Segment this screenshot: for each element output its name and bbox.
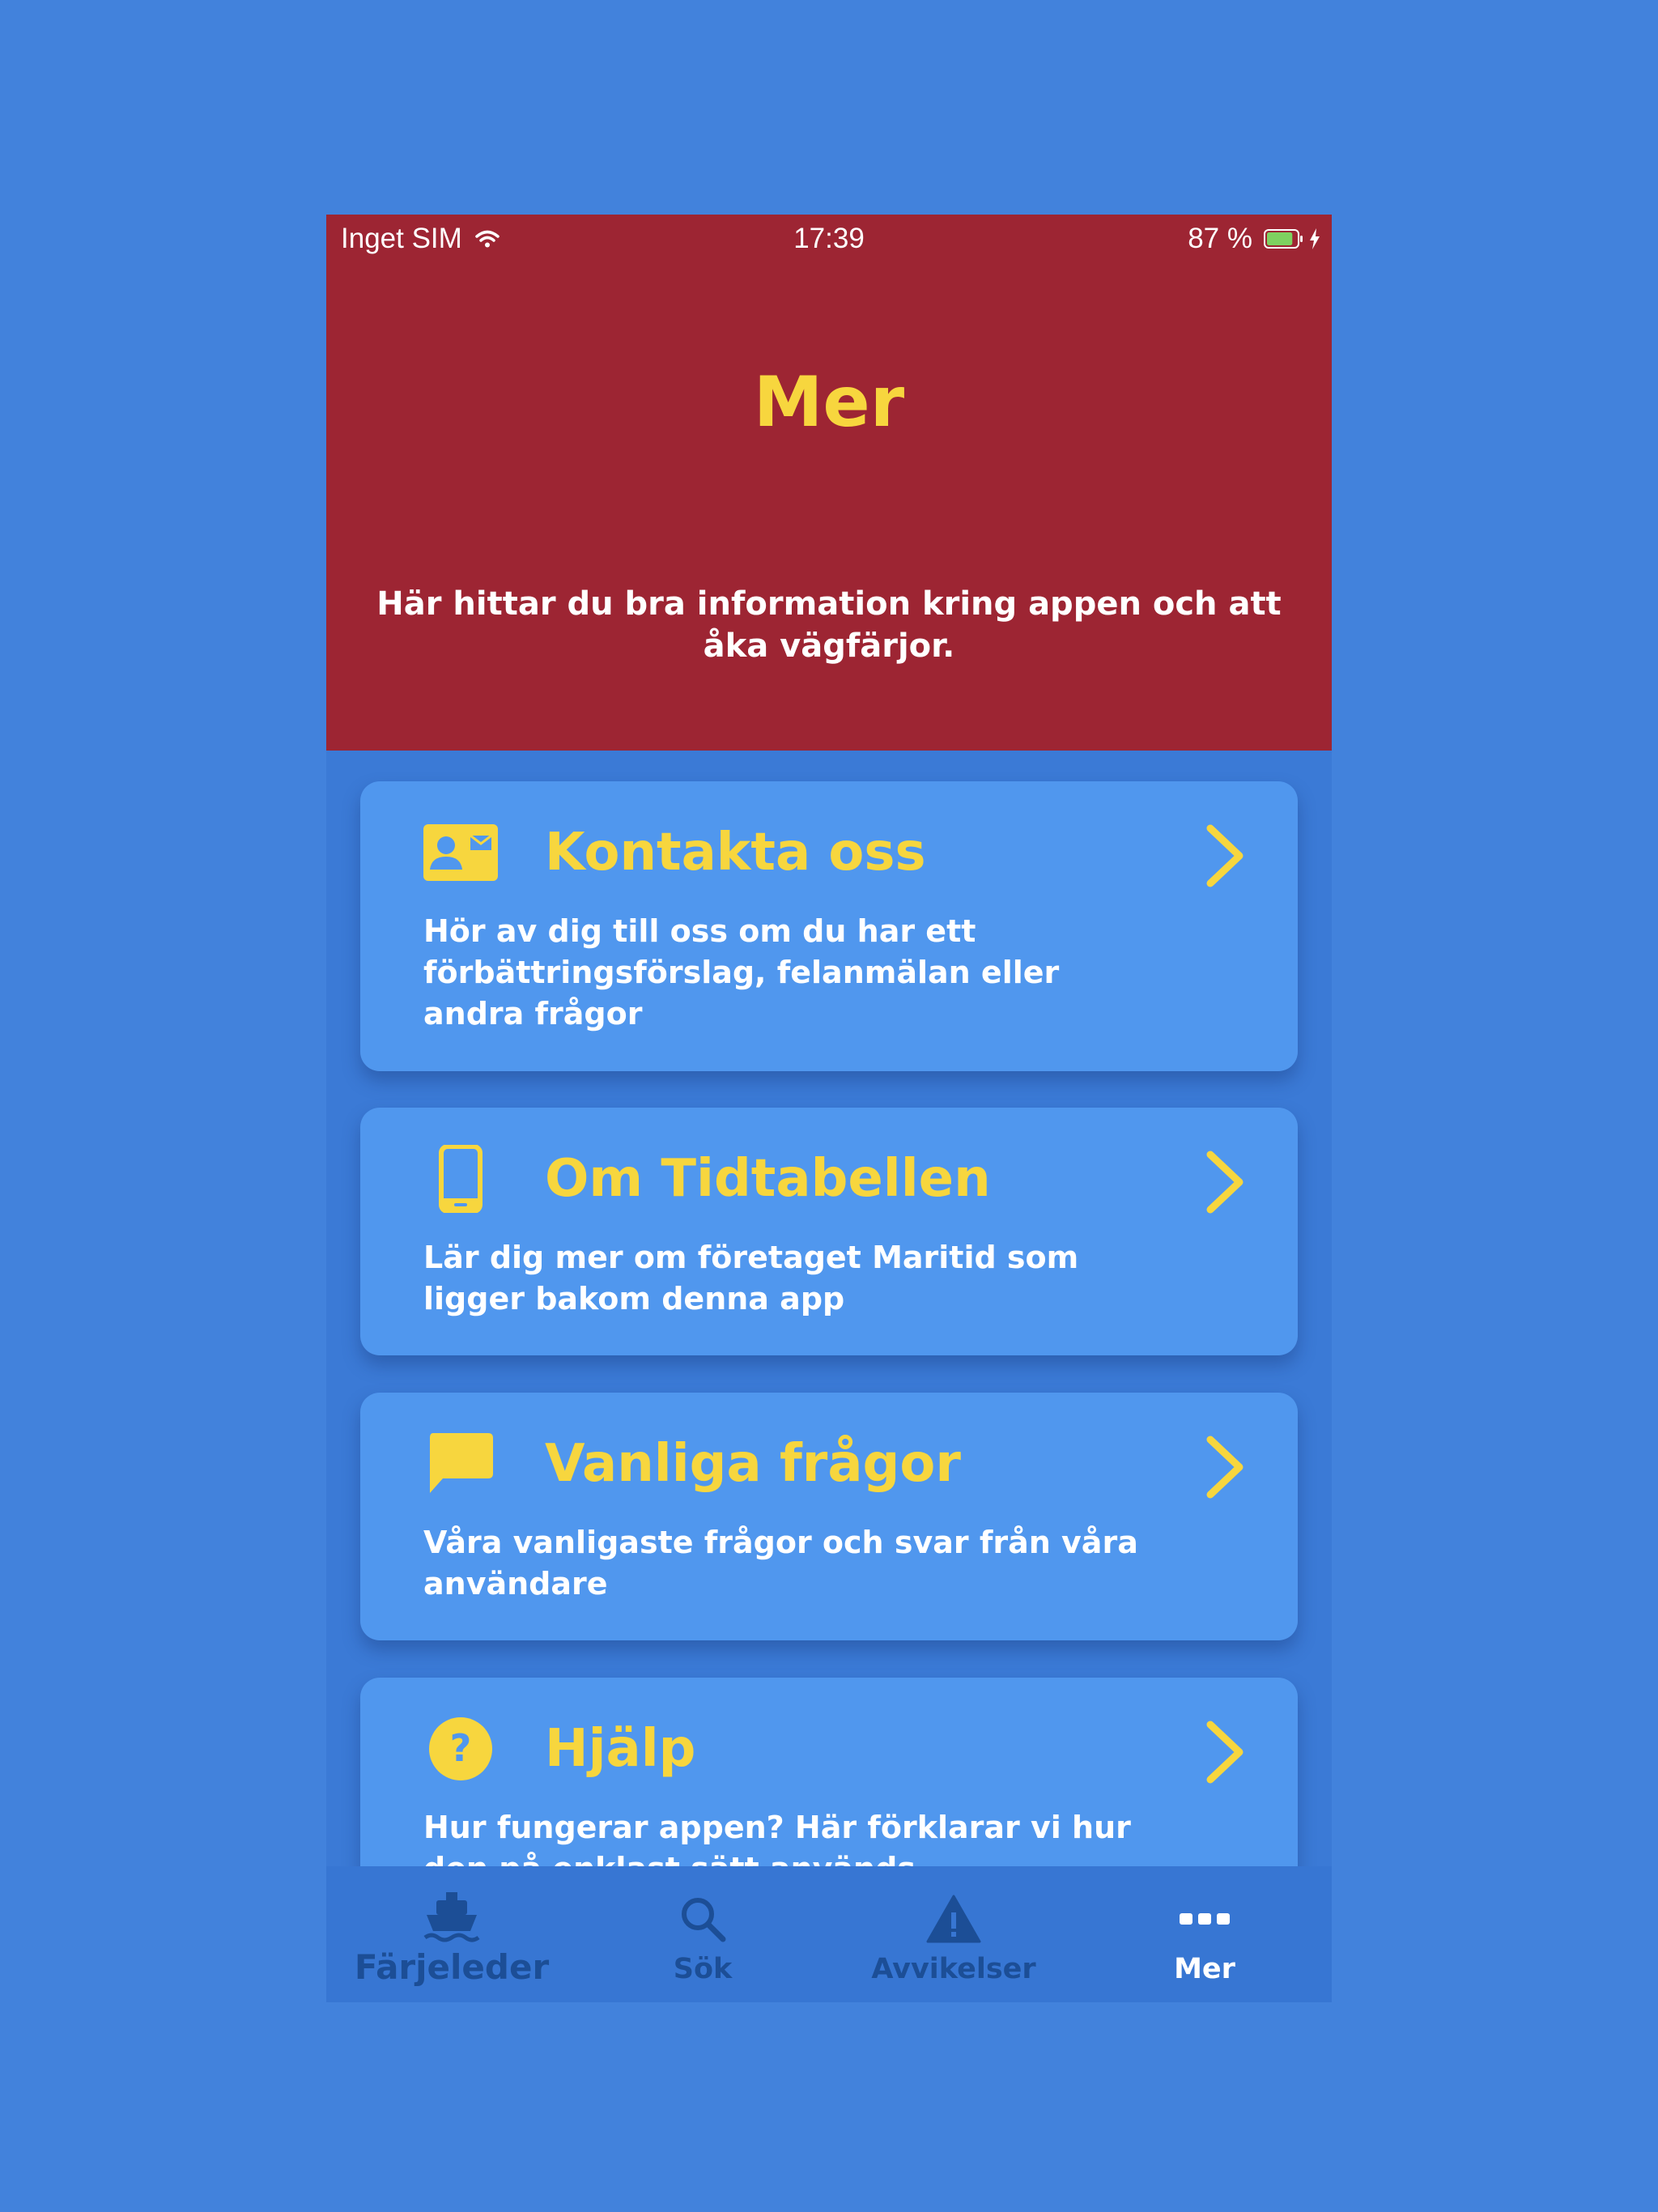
status-right: 87 % [1188,223,1320,255]
card-title: Kontakta oss [545,823,926,883]
help-circle-icon: ? [423,1715,498,1783]
page-title: Mer [753,362,905,443]
card-title: Hjälp [545,1719,696,1779]
status-time: 17:39 [793,223,865,254]
more-icon [1079,1891,1330,1947]
tab-avvikelser[interactable]: Avvikelser [828,1866,1079,2002]
tab-label: Avvikelser [871,1953,1036,1985]
contact-card-icon [423,819,498,887]
tab-bar: Färjeleder Sök Avvikelser Mer [326,1866,1332,2002]
card-description: Hör av dig till oss om du har ett förbät… [423,913,1060,1032]
battery-percent: 87 % [1188,223,1252,254]
card-om-tidtabellen[interactable]: Om Tidtabellen Lär dig mer om företaget … [360,1108,1298,1355]
svg-text:?: ? [450,1726,472,1770]
tab-mer[interactable]: Mer [1079,1866,1330,2002]
search-icon [577,1891,828,1947]
page-subtitle: Här hittar du bra information kring appe… [376,585,1282,665]
chevron-right-icon [1202,823,1248,888]
tab-label: Mer [1174,1953,1235,1985]
chat-bubble-icon [423,1430,498,1498]
card-kontakta-oss[interactable]: Kontakta oss Hör av dig till oss om du h… [360,781,1298,1071]
tab-label: Sök [673,1953,733,1985]
card-description: Våra vanligaste frågor och svar från vår… [423,1525,1138,1602]
tab-sok[interactable]: Sök [577,1866,828,2002]
charging-icon [1309,228,1320,250]
phone-icon [423,1145,498,1213]
chevron-right-icon [1202,1720,1248,1784]
card-description: Lär dig mer om företaget Maritid som lig… [423,1240,1079,1317]
ferry-icon [326,1891,577,1947]
card-title: Vanliga frågor [545,1434,961,1494]
tab-farjeleder[interactable]: Färjeleder [326,1866,577,2002]
tab-label: Färjeleder [354,1947,550,1987]
status-bar: Inget SIM 17:39 87 % [326,215,1332,268]
card-list: Kontakta oss Hör av dig till oss om du h… [326,751,1332,1916]
battery-icon [1264,229,1304,249]
chevron-right-icon [1202,1435,1248,1499]
warning-icon [828,1891,1079,1947]
card-vanliga-fragor[interactable]: Vanliga frågor Våra vanligaste frågor oc… [360,1393,1298,1640]
card-title: Om Tidtabellen [545,1149,991,1209]
page-header: Inget SIM 17:39 87 % Mer Här hittar du b… [326,215,1332,751]
chevron-right-icon [1202,1150,1248,1214]
app-screen: Inget SIM 17:39 87 % Mer Här hittar du b… [326,215,1332,2002]
